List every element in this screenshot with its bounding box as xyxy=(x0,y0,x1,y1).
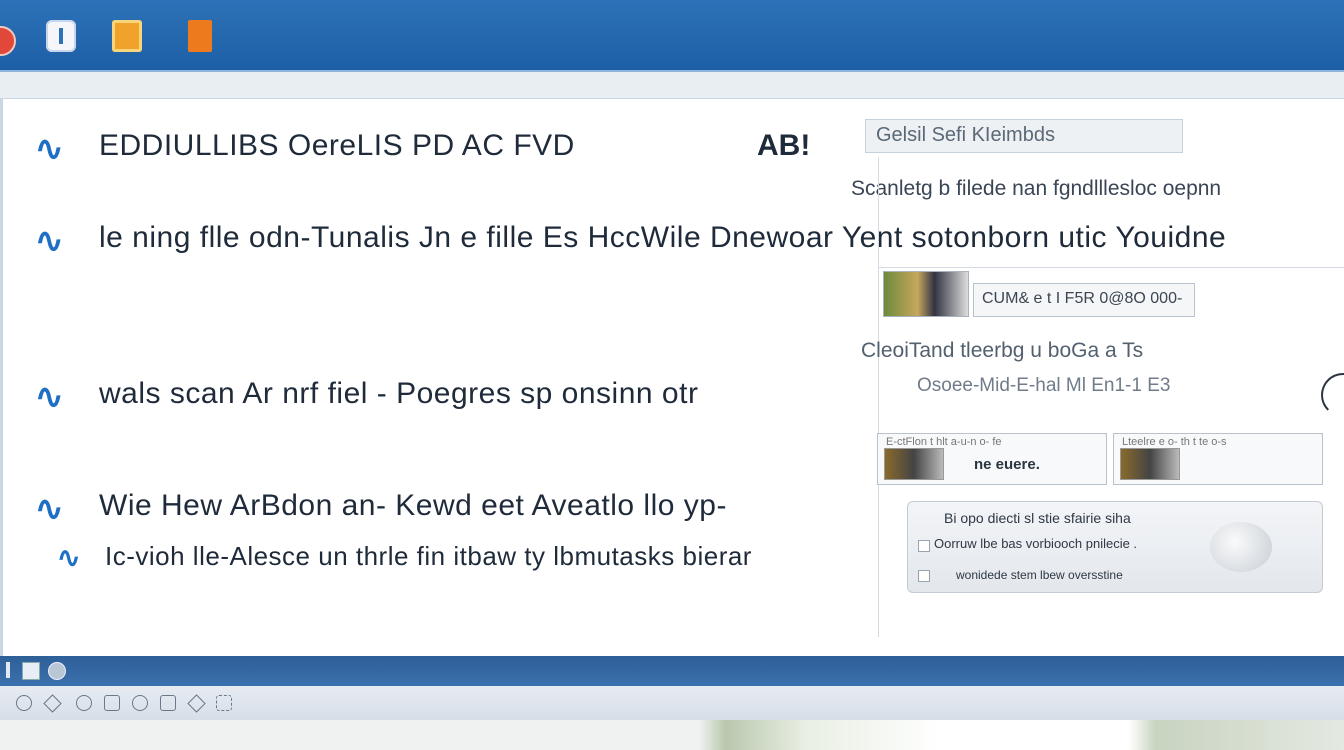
expand-icon[interactable] xyxy=(216,695,232,711)
thumbnail[interactable] xyxy=(883,271,969,317)
wave-icon: ∿ xyxy=(35,490,64,528)
file-card-label: ne euere. xyxy=(974,456,1040,473)
main-pane: ∿ EDDIULLIBS OereLIS PD AC FVD AB! ∿ le … xyxy=(0,98,1344,658)
file-card-caption: Lteelre e o- th t te o-s xyxy=(1122,436,1227,448)
loading-spinner-icon xyxy=(1321,373,1344,417)
document-icon[interactable] xyxy=(188,20,212,52)
bottom-toolbar xyxy=(0,686,1344,721)
list-item-label: Ic-vioh lle-Alesce un thrle fin itbaw ty… xyxy=(105,541,752,571)
file-thumbnail xyxy=(884,448,944,480)
file-thumbnail xyxy=(1120,448,1180,480)
wave-icon: ∿ xyxy=(35,222,64,260)
globe-icon[interactable] xyxy=(48,662,66,680)
dialog-line: Bi opo diecti sl stie sfairie siha xyxy=(944,510,1131,526)
list-item-label: Wie Hew ArBdon an- Kewd eet Aveatlo llo … xyxy=(99,489,727,522)
info-icon[interactable] xyxy=(46,20,76,52)
dialog-line: wonidede stem lbew oversstine xyxy=(956,568,1123,582)
file-card[interactable]: E-ctFlon t hlt a-u-n o- fe ne euere. xyxy=(877,433,1107,485)
file-chip[interactable]: CUM& e t I F5R 0@8O 000- xyxy=(973,283,1195,317)
file-card-caption: E-ctFlon t hlt a-u-n o- fe xyxy=(886,436,1002,448)
section-title: CleoiTand tleerbg u boGa a Ts xyxy=(861,339,1144,362)
search-input[interactable]: Gelsil Sefi KIeimbds xyxy=(865,119,1183,153)
diamond-icon[interactable] xyxy=(43,694,62,713)
desktop-background xyxy=(0,720,1344,750)
divider xyxy=(878,157,879,637)
list-item-label: le ning flle odn-Tunalis Jn e fille Es H… xyxy=(99,221,1227,254)
title-bar xyxy=(0,0,1344,72)
list-item-extra: AB! xyxy=(757,129,811,162)
folder-icon[interactable] xyxy=(112,20,142,52)
close-app-icon[interactable] xyxy=(0,26,16,56)
wave-icon: ∿ xyxy=(35,378,64,416)
section-subtitle: Osoee-Mid-E-hal Ml En1-1 E3 xyxy=(917,375,1171,396)
dialog-line: Oorruw lbe bas vorbiooch pnilecie . xyxy=(934,536,1138,551)
divider xyxy=(878,267,1344,268)
arrow-icon[interactable] xyxy=(187,694,206,713)
list-item-label: wals scan Ar nrf fiel - Poegres sp onsin… xyxy=(99,377,699,410)
notification-dialog[interactable]: Bi opo diecti sl stie sfairie siha Oorru… xyxy=(907,501,1323,593)
option-checkbox[interactable] xyxy=(918,540,930,552)
wave-icon: ∿ xyxy=(35,130,64,168)
home-icon[interactable] xyxy=(104,695,120,711)
file-card[interactable]: Lteelre e o- th t te o-s xyxy=(1113,433,1323,485)
list-item-label: EDDIULLIBS OereLIS PD AC FVD xyxy=(99,129,575,162)
option-checkbox[interactable] xyxy=(918,570,930,582)
list-icon[interactable] xyxy=(160,695,176,711)
settings-icon[interactable] xyxy=(132,695,148,711)
avatar xyxy=(1210,522,1272,572)
panel-heading: Scanletg b filede nan fgndlllesloc oepnn xyxy=(851,177,1222,200)
info-icon[interactable] xyxy=(6,662,10,678)
target-icon[interactable] xyxy=(76,695,92,711)
window-icon[interactable] xyxy=(22,662,40,680)
wave-icon: ∿ xyxy=(57,542,81,573)
status-bar xyxy=(0,656,1344,686)
circle-icon[interactable] xyxy=(16,695,32,711)
